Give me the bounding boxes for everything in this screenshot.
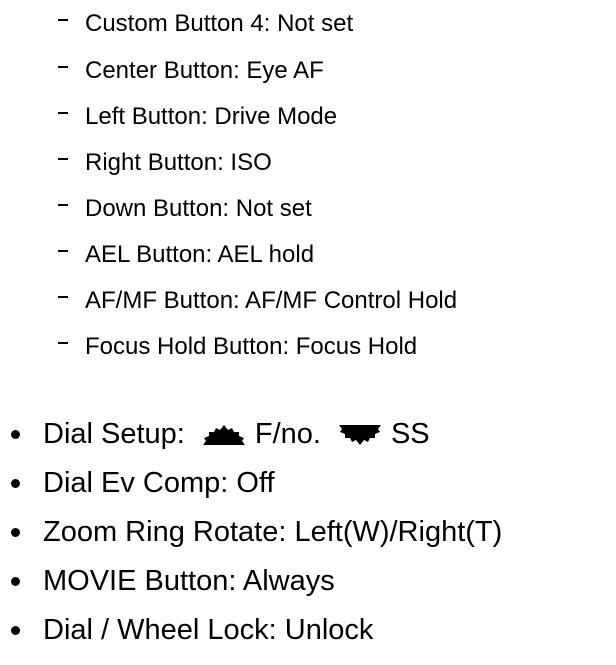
front-dial-icon	[202, 424, 245, 445]
sub-setting-text: Custom Button 4: Not set	[85, 10, 354, 37]
bullet-marker	[11, 528, 20, 537]
dash-marker	[58, 66, 68, 68]
dial-setup-item: Dial Setup: F/no. SS	[0, 410, 502, 459]
setting-item: Dial Ev Comp: Off	[0, 459, 502, 508]
bullet-marker	[11, 577, 20, 586]
dash-marker	[58, 342, 68, 344]
sub-setting-item: AF/MF Button: AF/MF Control Hold	[58, 278, 457, 324]
setting-item: Dial / Wheel Lock: Unlock	[0, 606, 502, 655]
sub-setting-text: Down Button: Not set	[85, 195, 312, 222]
setting-list: Dial Setup: F/no. SS Dial Ev Comp: Off Z…	[0, 410, 502, 655]
sub-setting-text: Center Button: Eye AF	[85, 57, 324, 84]
rear-dial-value: SS	[390, 418, 430, 450]
sub-setting-item: Down Button: Not set	[58, 186, 457, 232]
sub-setting-item: Center Button: Eye AF	[58, 48, 457, 94]
dash-marker	[58, 296, 68, 298]
sub-setting-text: AEL Button: AEL hold	[85, 241, 315, 268]
dash-marker	[58, 204, 68, 206]
dial-setup-label: Dial Setup:	[43, 418, 185, 450]
sub-setting-item: Focus Hold Button: Focus Hold	[58, 324, 457, 370]
setting-text: Dial Ev Comp: Off	[43, 467, 275, 499]
setting-item: Zoom Ring Rotate: Left(W)/Right(T)	[0, 508, 502, 557]
setting-text: Zoom Ring Rotate: Left(W)/Right(T)	[43, 516, 503, 548]
dash-marker	[58, 112, 68, 114]
setting-text: Dial / Wheel Lock: Unlock	[43, 614, 374, 646]
sub-setting-item: Left Button: Drive Mode	[58, 94, 457, 140]
setting-item: MOVIE Button: Always	[0, 557, 502, 606]
rear-dial-icon	[338, 424, 381, 445]
sub-setting-item: Custom Button 4: Not set	[58, 0, 457, 48]
sub-setting-text: AF/MF Button: AF/MF Control Hold	[85, 287, 458, 314]
bullet-marker	[11, 626, 20, 635]
dash-marker	[58, 158, 68, 160]
setting-text: MOVIE Button: Always	[43, 565, 335, 597]
sub-setting-text: Right Button: ISO	[85, 149, 272, 176]
bullet-marker	[11, 430, 20, 439]
dash-marker	[58, 250, 68, 252]
sub-setting-text: Left Button: Drive Mode	[85, 103, 338, 130]
dash-marker	[58, 19, 68, 21]
front-dial-value: F/no.	[254, 418, 321, 450]
sub-setting-list: Custom Button 4: Not set Center Button: …	[58, 0, 457, 370]
bullet-marker	[11, 479, 20, 488]
sub-setting-item: Right Button: ISO	[58, 140, 457, 186]
sub-setting-text: Focus Hold Button: Focus Hold	[85, 333, 418, 360]
sub-setting-item: AEL Button: AEL hold	[58, 232, 457, 278]
